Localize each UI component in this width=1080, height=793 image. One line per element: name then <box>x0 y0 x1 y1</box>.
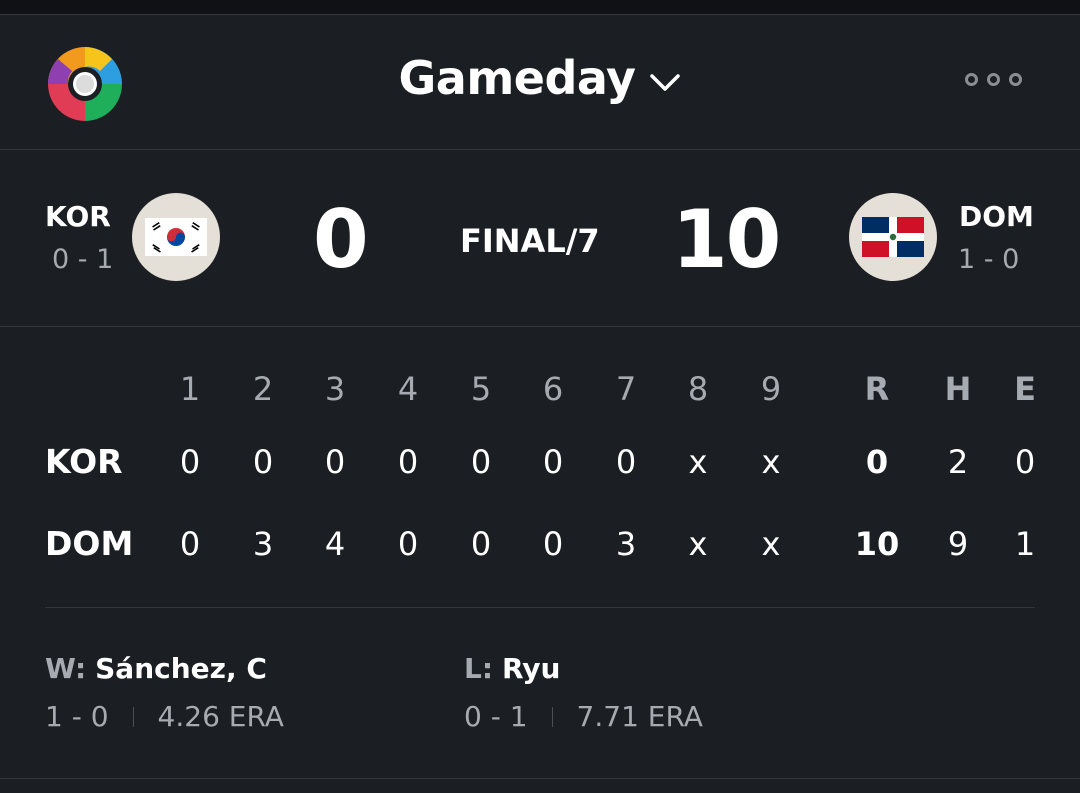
inning-header: 1 <box>179 370 201 408</box>
inning-score: 0 <box>179 525 201 563</box>
inning-score: 0 <box>397 525 419 563</box>
chevron-down-icon <box>650 74 681 91</box>
away-team-flag <box>132 193 220 281</box>
hits-total: 2 <box>947 443 969 481</box>
errors-total: 1 <box>1014 525 1036 563</box>
header-divider <box>0 149 1080 150</box>
app-header: Gameday <box>0 15 1080 149</box>
winning-pitcher-stats: 1 - 0 4.26 ERA <box>45 700 284 733</box>
inning-score: x <box>688 525 708 563</box>
inning-score: 3 <box>615 525 637 563</box>
bottom-divider <box>0 778 1080 779</box>
inning-score: x <box>688 443 708 481</box>
inning-score: 0 <box>252 443 274 481</box>
losing-pitcher-era: 7.71 ERA <box>576 700 703 733</box>
score-divider <box>0 326 1080 327</box>
inning-header: 9 <box>760 370 782 408</box>
inning-score: 0 <box>324 443 346 481</box>
away-team-code: KOR <box>45 200 111 233</box>
runs-total: 10 <box>854 525 900 563</box>
errors-header: E <box>1014 370 1036 408</box>
inning-score: 0 <box>470 443 492 481</box>
runs-header: R <box>864 370 890 408</box>
losing-pitcher-record: 0 - 1 <box>464 700 528 733</box>
losing-pitcher-stats: 0 - 1 7.71 ERA <box>464 700 703 733</box>
home-team-score: 10 <box>672 193 781 286</box>
inning-score: 0 <box>470 525 492 563</box>
winning-pitcher-era: 4.26 ERA <box>157 700 284 733</box>
losing-pitcher[interactable]: L: Ryu <box>464 652 560 685</box>
hits-total: 9 <box>947 525 969 563</box>
inning-score: 3 <box>252 525 274 563</box>
status-bar-strip <box>0 0 1080 14</box>
inning-score: 0 <box>542 443 564 481</box>
linescore-divider <box>45 607 1035 608</box>
winning-pitcher[interactable]: W: Sánchez, C <box>45 652 267 685</box>
south-korea-flag-icon <box>145 218 207 256</box>
inning-header: 7 <box>615 370 637 408</box>
stat-separator <box>132 706 134 727</box>
inning-score: 0 <box>179 443 201 481</box>
inning-header: 5 <box>470 370 492 408</box>
losing-pitcher-label: L: <box>464 652 494 685</box>
hits-header: H <box>944 370 972 408</box>
stat-separator <box>551 706 553 727</box>
inning-header: 8 <box>687 370 709 408</box>
winning-pitcher-label: W: <box>45 652 87 685</box>
home-team-record: 1 - 0 <box>958 244 1020 275</box>
errors-total: 0 <box>1014 443 1036 481</box>
winning-pitcher-name: Sánchez, C <box>95 652 267 685</box>
inning-header: 3 <box>324 370 346 408</box>
gameday-title-dropdown[interactable]: Gameday <box>399 51 682 105</box>
inning-header: 6 <box>542 370 564 408</box>
away-team-score: 0 <box>313 193 369 286</box>
home-team-flag <box>849 193 937 281</box>
inning-score: 4 <box>324 525 346 563</box>
dot-icon <box>1009 73 1022 86</box>
page-title: Gameday <box>398 51 636 105</box>
more-options-icon[interactable] <box>965 73 1022 86</box>
inning-header: 2 <box>252 370 274 408</box>
runs-total: 0 <box>865 443 889 481</box>
inning-score: 0 <box>615 443 637 481</box>
dot-icon <box>987 73 1000 86</box>
winning-pitcher-record: 1 - 0 <box>45 700 109 733</box>
inning-score: x <box>761 443 781 481</box>
game-status: FINAL/7 <box>460 222 600 260</box>
inning-header: 4 <box>397 370 419 408</box>
dot-icon <box>965 73 978 86</box>
home-team-code: DOM <box>959 200 1034 233</box>
losing-pitcher-name: Ryu <box>501 652 561 685</box>
linescore-team-code: KOR <box>45 442 123 481</box>
inning-score: 0 <box>542 525 564 563</box>
inning-score: 0 <box>397 443 419 481</box>
linescore-team-code: DOM <box>45 524 134 563</box>
dominican-republic-flag-icon <box>862 217 924 257</box>
inning-score: x <box>761 525 781 563</box>
away-team-record: 0 - 1 <box>52 244 114 275</box>
